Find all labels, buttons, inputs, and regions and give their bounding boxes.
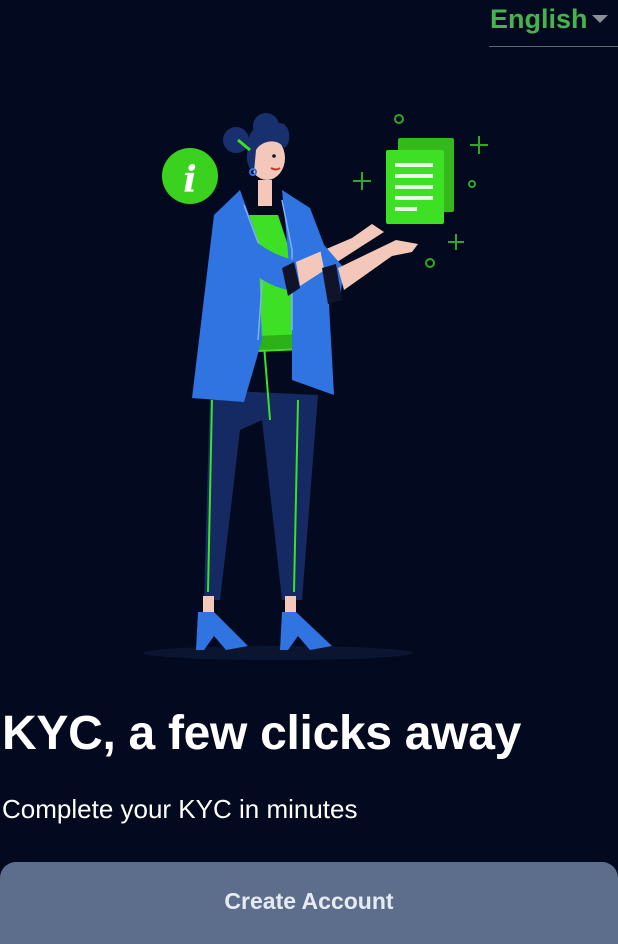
language-dropdown-value: English [490, 3, 588, 34]
info-icon: i [162, 148, 218, 204]
document-stack-icon [386, 138, 454, 224]
create-account-button[interactable]: Create Account [0, 862, 618, 944]
page-subtitle: Complete your KYC in minutes [2, 794, 358, 824]
hero-illustration: i [143, 113, 488, 660]
page-title: KYC, a few clicks away [2, 707, 522, 760]
svg-text:i: i [183, 159, 197, 201]
caret-down-icon [592, 15, 608, 23]
language-dropdown[interactable]: English [489, 0, 618, 47]
kyc-onboarding-screen: English i KYC, a few clicks away Complet… [0, 0, 618, 944]
